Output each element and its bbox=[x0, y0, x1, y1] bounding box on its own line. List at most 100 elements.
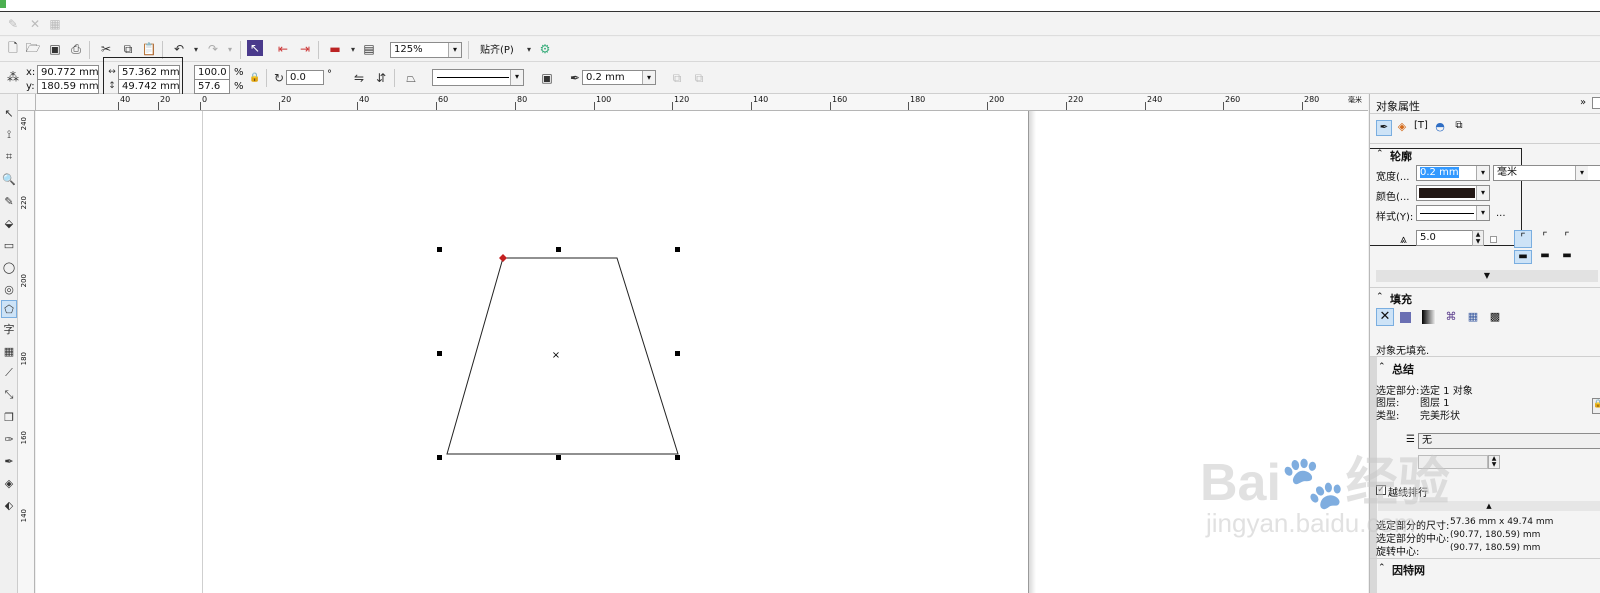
print-icon[interactable]: ⎙ bbox=[67, 40, 85, 58]
text-tool-icon[interactable]: 字 bbox=[1, 320, 17, 338]
y-position-input[interactable]: 180.59 mm bbox=[37, 79, 99, 94]
line-cap-round-icon[interactable]: ▬ bbox=[1536, 250, 1554, 264]
lock-ratio-icon[interactable]: 🔒 bbox=[246, 69, 264, 87]
line-cap-square-icon[interactable]: ▬ bbox=[1558, 250, 1576, 264]
import-icon[interactable]: ⇤ bbox=[274, 40, 292, 58]
bitmap-pattern-fill-icon[interactable]: ▦ bbox=[1466, 310, 1480, 324]
ruler-tick-mark bbox=[1302, 102, 1303, 110]
ruler-corner[interactable] bbox=[18, 94, 36, 111]
basic-shapes-tool-icon[interactable]: ⬠ bbox=[1, 300, 17, 318]
outline-width-field[interactable]: 0.2 mm ▾ bbox=[1416, 165, 1490, 181]
object-height-input[interactable]: 49.742 mm bbox=[118, 79, 180, 94]
wrap-offset-spinner[interactable]: ▲ ▼ bbox=[1488, 455, 1500, 469]
options-icon[interactable]: ⚙ bbox=[536, 40, 554, 58]
mirror-vertical-icon[interactable]: ⇵ bbox=[372, 69, 390, 87]
dimension-tool-icon[interactable]: ⟋ bbox=[1, 364, 17, 382]
shape-tool-icon[interactable]: ⟟ bbox=[1, 126, 17, 144]
interactive-fill-icon[interactable]: ⬖ bbox=[1, 496, 17, 514]
miter-spinner[interactable]: ▲ ▼ bbox=[1472, 230, 1484, 246]
undo-icon[interactable]: ↶ bbox=[170, 40, 188, 58]
redo-icon[interactable]: ↷ bbox=[204, 40, 222, 58]
outline-style-select[interactable]: ▾ bbox=[1416, 205, 1490, 221]
outline-unit-select[interactable]: 毫米 ▾ bbox=[1493, 165, 1600, 181]
rotation-angle-input[interactable]: 0.0 bbox=[286, 70, 324, 85]
line-style-select[interactable]: ▾ bbox=[432, 69, 524, 86]
spiral-tool-icon[interactable]: ◎ bbox=[1, 280, 17, 298]
ruler-tick-mark bbox=[594, 102, 595, 110]
wrap-offset-input[interactable] bbox=[1418, 455, 1488, 469]
line-cap-butt-icon[interactable]: ▬ bbox=[1514, 250, 1532, 264]
wrap-text-icon[interactable]: ▣ bbox=[538, 69, 556, 87]
full-screen-preview-icon[interactable]: ▤ bbox=[360, 40, 378, 58]
corner-round-icon[interactable]: ⌜ bbox=[1536, 230, 1554, 248]
tab-fill-icon[interactable]: ◈ bbox=[1394, 120, 1410, 136]
vertical-ruler[interactable]: 240 220 200 180 160 140 bbox=[18, 111, 35, 593]
outline-pen-tool-icon[interactable]: ✒ bbox=[1, 452, 17, 470]
eyedropper-tool-icon[interactable]: ✑ bbox=[1, 430, 17, 448]
tab-outline-icon[interactable]: ✒ bbox=[1376, 120, 1392, 136]
section-expand-icon[interactable]: ⌃ bbox=[1378, 563, 1386, 573]
no-fill-icon[interactable]: ✕ bbox=[1376, 308, 1394, 326]
crop-tool-icon[interactable]: ⌗ bbox=[1, 148, 17, 166]
undo-dropdown-icon[interactable]: ▾ bbox=[187, 40, 205, 58]
table-tool-icon[interactable]: ▦ bbox=[1, 342, 17, 360]
pick-tool-icon[interactable]: ↖ bbox=[1, 104, 17, 122]
save-icon[interactable]: ▣ bbox=[46, 40, 64, 58]
object-width-input[interactable]: 57.362 mm bbox=[118, 65, 180, 80]
tab-summary-icon[interactable]: ⧉ bbox=[1451, 120, 1467, 136]
section-expand-icon[interactable]: ⌃ bbox=[1376, 292, 1384, 302]
tab-text-icon[interactable]: [T] bbox=[1413, 120, 1429, 136]
drop-shadow-tool-icon[interactable]: ❐ bbox=[1, 408, 17, 426]
lock-object-icon[interactable]: 🔒 bbox=[1592, 398, 1600, 414]
new-document-icon[interactable]: 🗋 bbox=[4, 40, 22, 58]
close-docker-icon[interactable] bbox=[1592, 97, 1600, 109]
outline-width-select[interactable]: 0.2 mm ▾ bbox=[582, 70, 656, 85]
vector-pattern-fill-icon[interactable]: ⌘ bbox=[1444, 310, 1458, 324]
drawing-canvas[interactable]: × bbox=[36, 111, 1368, 593]
rectangle-tool-icon[interactable]: ▭ bbox=[1, 236, 17, 254]
texture-fill-icon[interactable]: ▩ bbox=[1488, 310, 1502, 324]
to-back-icon[interactable]: ⧉ bbox=[690, 69, 708, 87]
corner-miter-icon[interactable]: ⌜ bbox=[1514, 230, 1532, 248]
details-expand-bar[interactable]: ▲ bbox=[1378, 501, 1600, 511]
outline-expand-bar[interactable]: ▼ bbox=[1376, 270, 1598, 282]
chevron-down-icon: ▾ bbox=[1476, 166, 1489, 180]
zoom-tool-icon[interactable]: 🔍 bbox=[1, 170, 17, 188]
ellipse-tool-icon[interactable]: ◯ bbox=[1, 258, 17, 276]
fill-tool-icon[interactable]: ◈ bbox=[1, 474, 17, 492]
copy-icon[interactable]: ⧉ bbox=[119, 40, 137, 58]
object-origin-icon[interactable]: ⁂ bbox=[4, 68, 22, 86]
section-expand-icon[interactable]: ⌃ bbox=[1378, 362, 1386, 372]
smart-fill-icon[interactable]: ⬙ bbox=[1, 214, 17, 232]
mirror-horizontal-icon[interactable]: ⇋ bbox=[350, 69, 368, 87]
tab-transparency-icon[interactable]: ◓ bbox=[1432, 120, 1448, 136]
fountain-fill-icon[interactable] bbox=[1422, 310, 1436, 324]
redo-dropdown-icon[interactable]: ▾ bbox=[221, 40, 239, 58]
section-expand-icon[interactable]: ⌃ bbox=[1376, 149, 1384, 159]
miter-limit-input[interactable]: 5.0 bbox=[1416, 230, 1476, 246]
outline-more-button[interactable]: ... bbox=[1496, 208, 1506, 219]
zoom-select[interactable]: 125% ▾ bbox=[390, 42, 462, 58]
corner-bevel-icon[interactable]: ⌜ bbox=[1558, 230, 1576, 248]
wrap-select[interactable]: 无 bbox=[1418, 433, 1600, 449]
to-front-icon[interactable]: ⧉ bbox=[668, 69, 686, 87]
x-position-input[interactable]: 90.772 mm bbox=[37, 65, 99, 80]
cut-icon[interactable]: ✂ bbox=[97, 40, 115, 58]
publish-pdf-icon[interactable]: ▬ bbox=[326, 40, 344, 58]
trapezoid-shape[interactable]: × bbox=[36, 111, 1368, 593]
export-icon[interactable]: ⇥ bbox=[296, 40, 314, 58]
outline-color-picker[interactable]: ▾ bbox=[1416, 185, 1490, 201]
paste-icon[interactable]: 📋 bbox=[140, 40, 158, 58]
snap-to-label[interactable]: 贴齐(P) bbox=[480, 44, 514, 57]
scale-width-input[interactable]: 100.0 bbox=[194, 65, 230, 80]
scale-height-input[interactable]: 57.6 bbox=[194, 79, 230, 94]
search-content-icon[interactable]: ↖ bbox=[247, 40, 263, 56]
horizontal-ruler[interactable]: 40 20 0 20 40 60 80 100 120 140 160 180 200 220 240 260… bbox=[36, 94, 1368, 111]
collapse-docker-icon[interactable]: » bbox=[1580, 97, 1586, 108]
open-folder-icon[interactable]: 🗁 bbox=[24, 40, 42, 58]
overprint-checkbox[interactable]: ✓ bbox=[1376, 485, 1386, 495]
miter-checkbox[interactable] bbox=[1490, 236, 1497, 243]
uniform-fill-icon[interactable] bbox=[1400, 312, 1411, 323]
freehand-tool-icon[interactable]: ✎ bbox=[1, 192, 17, 210]
connector-tool-icon[interactable]: ⤡ bbox=[1, 386, 17, 404]
